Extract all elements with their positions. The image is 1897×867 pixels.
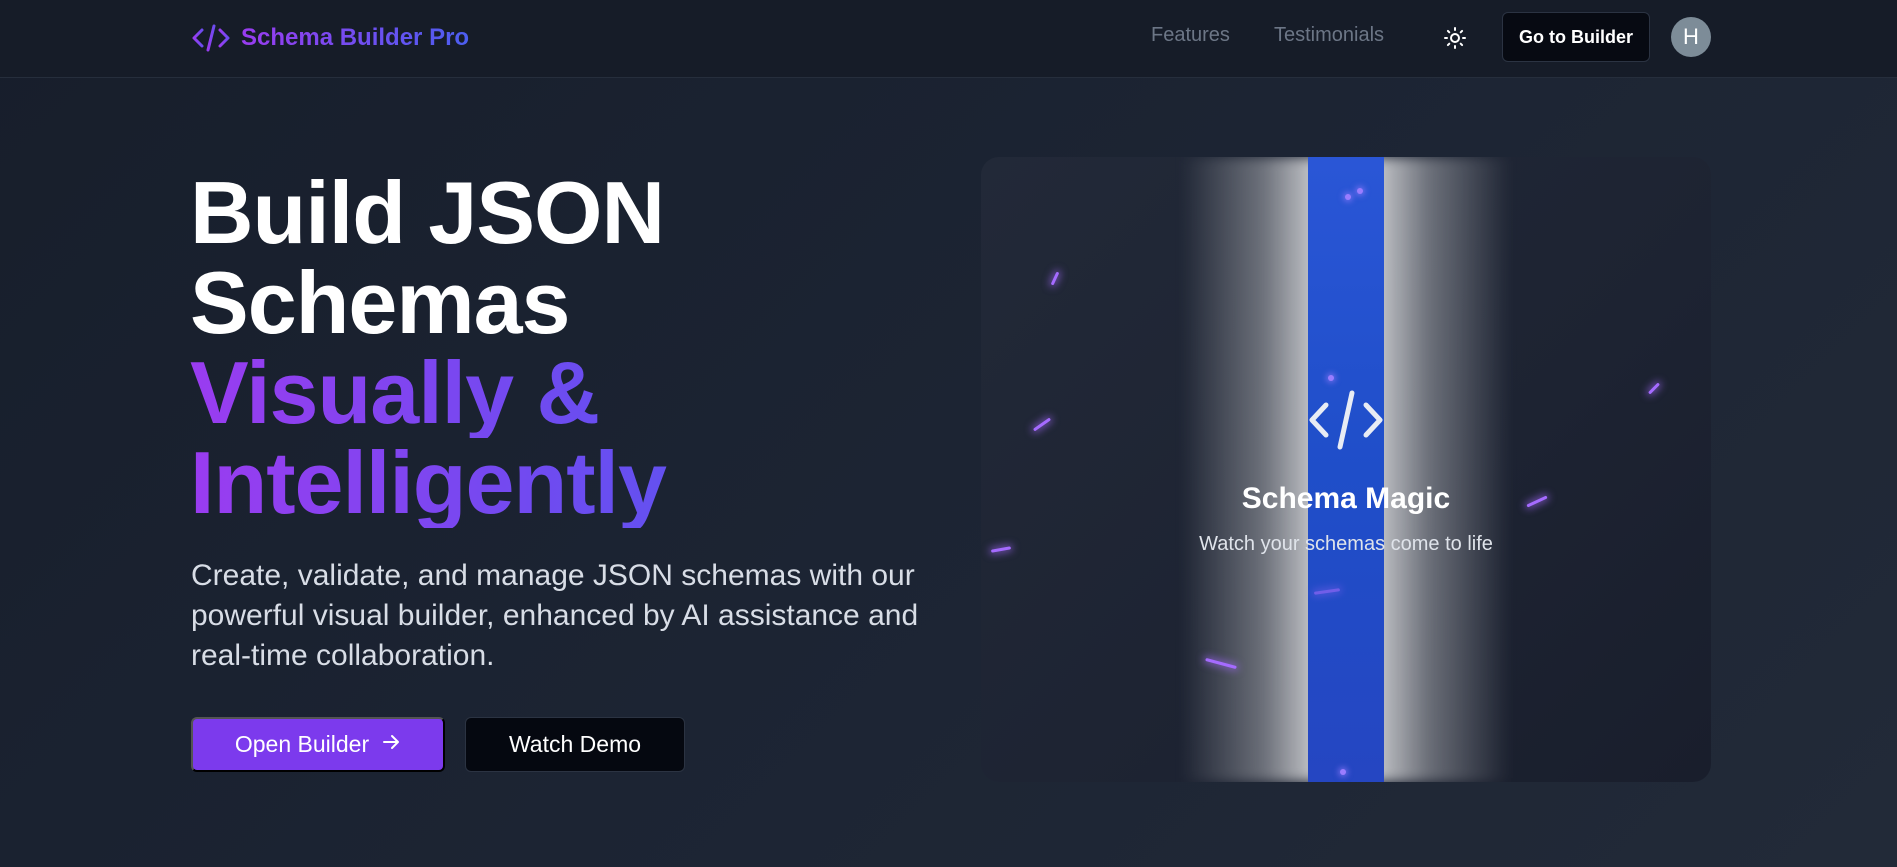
nav-link-features[interactable]: Features	[1151, 24, 1230, 47]
schema-magic-panel: Schema Magic Watch your schemas come to …	[981, 157, 1711, 782]
hero-description: Create, validate, and manage JSON schema…	[191, 559, 919, 672]
sparkle-dot	[1340, 769, 1346, 775]
sun-icon	[1443, 26, 1467, 53]
code-icon	[191, 21, 231, 55]
sparkle	[1032, 417, 1052, 432]
watch-demo-button[interactable]: Watch Demo	[465, 717, 685, 772]
sparkle-dot	[1357, 188, 1363, 194]
hero-title-line-1: Build JSON	[190, 163, 665, 262]
panel-title: Schema Magic	[1241, 482, 1451, 515]
open-builder-label: Open Builder	[234, 731, 370, 757]
sparkle-dot	[1328, 375, 1334, 381]
nav-link-testimonials[interactable]: Testimonials	[1274, 24, 1384, 47]
brand-logo-link[interactable]: Schema Builder Pro	[191, 18, 469, 58]
sparkle	[1050, 271, 1060, 286]
sparkle	[1647, 382, 1661, 395]
avatar[interactable]: H	[1671, 17, 1711, 57]
code-icon	[1306, 387, 1386, 453]
sparkle-dot	[1345, 194, 1351, 200]
hero-title-line-2: Schemas	[190, 253, 570, 352]
hero-title: Build JSON Schemas Visually & Intelligen…	[190, 168, 950, 528]
top-nav: Schema Builder Pro Features Testimonials…	[0, 0, 1897, 78]
panel-subtitle: Watch your schemas come to life	[1199, 533, 1493, 555]
hero-highlight-line-2: Intelligently	[190, 438, 950, 528]
brand-name: Schema Builder Pro	[241, 24, 470, 51]
light-beam	[1308, 157, 1384, 782]
hero-highlight-line-1: Visually &	[190, 348, 950, 438]
theme-toggle-button[interactable]	[1436, 20, 1474, 58]
open-builder-button[interactable]: Open Builder	[191, 717, 445, 772]
go-to-builder-button[interactable]: Go to Builder	[1502, 12, 1650, 62]
arrow-right-icon	[381, 731, 401, 758]
